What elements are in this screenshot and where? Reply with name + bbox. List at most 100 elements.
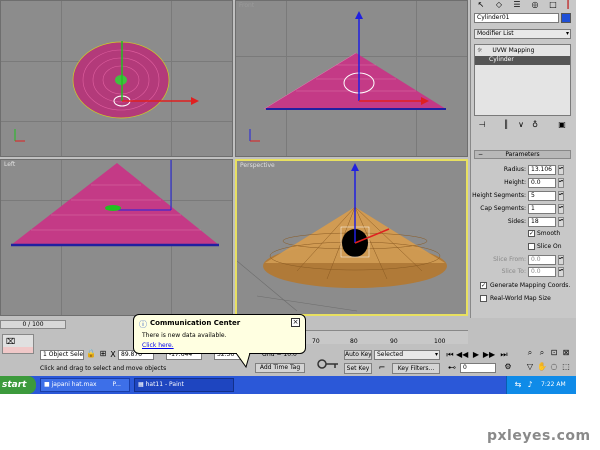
close-icon: × [292,318,299,326]
display-icon[interactable]: □ [547,0,559,10]
pin-stack-icon[interactable]: ⊣ [476,120,488,129]
click-here-link[interactable]: Click here. [142,342,174,349]
taskbar-item-max[interactable]: ■ japani hat.max P... [40,378,130,392]
volume-icon[interactable]: ♪ [525,380,535,389]
cap-segments-spinner[interactable]: ▴▾ [558,204,564,214]
timeline-track[interactable]: 70 80 90 100 [304,330,468,345]
hat-top-view [14,41,199,142]
radius-spinner[interactable]: ▴▾ [558,165,564,175]
prev-frame-icon[interactable]: ◀◀ [456,350,468,359]
key-mode-icon[interactable]: ⊷ [446,363,458,372]
make-unique-icon[interactable]: ∨ [516,120,526,129]
field-of-view-icon[interactable]: ▽ [524,362,536,371]
height-field[interactable]: 0.0 [528,178,556,188]
taskbar-item-paint[interactable]: ▦ hat11 - Paint [134,378,234,392]
utilities-icon[interactable]: ┃ [563,0,573,10]
stack-item-label: UVW Mapping [492,47,535,54]
goto-end-icon[interactable]: ⏭ [498,350,510,360]
slice-to-field[interactable]: 0.0 [528,267,556,277]
generate-mapping-label: Generate Mapping Coords. [490,282,571,289]
remove-modifier-icon[interactable]: ♁ [530,120,540,129]
slice-from-field[interactable]: 0.0 [528,255,556,265]
cap-segments-field[interactable]: 1 [528,204,556,214]
x-axis-label: X [110,350,116,359]
slice-on-label: Slice On [537,243,562,250]
default-in-out-tangents-icon[interactable]: ⌐ [376,363,388,372]
chevron-down-icon: ▾ [434,351,438,358]
timeline-tick: 90 [390,338,398,345]
taskbar-item-label: P... [112,381,121,388]
start-button[interactable]: start [0,376,36,394]
object-color-swatch[interactable] [561,13,571,23]
real-world-checkbox[interactable] [480,295,487,302]
current-frame-field[interactable]: 0 [460,363,496,373]
key-filters-button[interactable]: Key Filters... [392,363,440,374]
stack-item-uvw[interactable]: ☼ UVW Mapping [477,47,569,55]
pan-icon[interactable]: ✋ [536,362,548,371]
height-segments-spinner[interactable]: ▴▾ [558,191,564,201]
absolute-mode-icon[interactable]: ⊞ [98,349,108,358]
communication-center-bubble: ⓘ Communication Center × There is new da… [133,314,306,354]
add-time-tag-button[interactable]: Add Time Tag [255,363,305,373]
time-slider[interactable]: 0 / 100 [0,320,66,329]
modify-icon[interactable]: ◇ [493,0,505,10]
modifier-list-label: Modifier List [477,30,514,37]
maxscript-listener[interactable]: ⌧ [2,334,34,354]
configure-sets-icon[interactable]: ▣ [556,120,568,129]
sides-field[interactable]: 18 [528,217,556,227]
zoom-extents-icon[interactable]: ⊡ [548,348,560,357]
viewport-left[interactable]: Left [0,159,233,316]
frame-counter: 0 / 100 [22,321,44,328]
orbit-icon[interactable]: ◌ [548,362,560,371]
slice-from-label: Slice From: [493,256,526,263]
parameters-rollout-header[interactable]: − Parameters [474,150,571,159]
sides-spinner[interactable]: ▴▾ [558,217,564,227]
viewport-top[interactable] [0,0,233,157]
motion-icon[interactable]: ◎ [529,0,541,10]
playback-controls: ⏮ ◀◀ ▶ ▶▶ ⏭ [444,350,516,360]
close-button[interactable]: × [291,318,300,327]
zoom-all-icon[interactable]: ⌕ [536,348,548,358]
taskbar-item-label: japani hat.max [51,381,97,388]
height-spinner[interactable]: ▴▾ [558,178,564,188]
object-name-field[interactable]: Cylinder01 [474,13,559,23]
auto-key-button[interactable]: Auto Key [344,350,372,360]
goto-start-icon[interactable]: ⏮ [444,350,456,360]
next-frame-icon[interactable]: ▶▶ [482,350,496,359]
timeline-tick: 100 [434,338,446,345]
viewport-front[interactable]: Front [235,0,468,157]
hierarchy-icon[interactable]: ☰ [511,0,523,10]
paint-icon: ▦ [138,381,144,388]
slice-from-spinner[interactable]: ▴▾ [558,255,564,265]
set-key-button[interactable]: Set Key [344,363,372,374]
selected-dropdown[interactable]: Selected ▾ [374,350,440,360]
time-config-icon[interactable]: ⚙ [502,362,514,371]
lightbulb-icon[interactable]: ☼ [477,47,482,54]
prompt-line: Click and drag to select and move object… [40,365,167,372]
play-icon[interactable]: ▶ [470,350,482,359]
stack-tools: ⊣ ║ ∨ ♁ ▣ [474,120,571,132]
zoom-icon[interactable]: ⌕ [524,348,536,358]
height-segments-field[interactable]: 5 [528,191,556,201]
stack-item-cylinder[interactable]: Cylinder [475,56,570,65]
generate-mapping-checkbox[interactable]: ✓ [480,282,487,289]
slice-on-checkbox[interactable] [528,243,535,250]
timeline-tick: 80 [350,338,358,345]
viewport-perspective[interactable]: Perspective [235,159,468,316]
modifier-stack: ☼ UVW Mapping Cylinder [474,44,571,116]
lock-icon[interactable]: 🔒 [86,349,96,358]
key-icon[interactable] [316,356,340,372]
radius-field[interactable]: 13.106 [528,165,556,175]
smooth-checkbox[interactable]: ✓ [528,230,535,237]
create-icon[interactable]: ↖ [475,0,487,10]
modifier-list-dropdown[interactable]: Modifier List ▾ [474,29,571,39]
network-icon[interactable]: ⇆ [513,380,523,389]
height-segments-label: Height Segments: [472,192,526,199]
slice-to-label: Slice To: [501,268,526,275]
zoom-extents-all-icon[interactable]: ⊠ [560,348,572,357]
maxscript-icon: ⌧ [6,337,16,346]
clock: 7:22 AM [541,381,566,388]
show-end-result-icon[interactable]: ║ [500,120,512,129]
slice-to-spinner[interactable]: ▴▾ [558,267,564,277]
maximize-viewport-icon[interactable]: ⬚ [560,362,572,371]
